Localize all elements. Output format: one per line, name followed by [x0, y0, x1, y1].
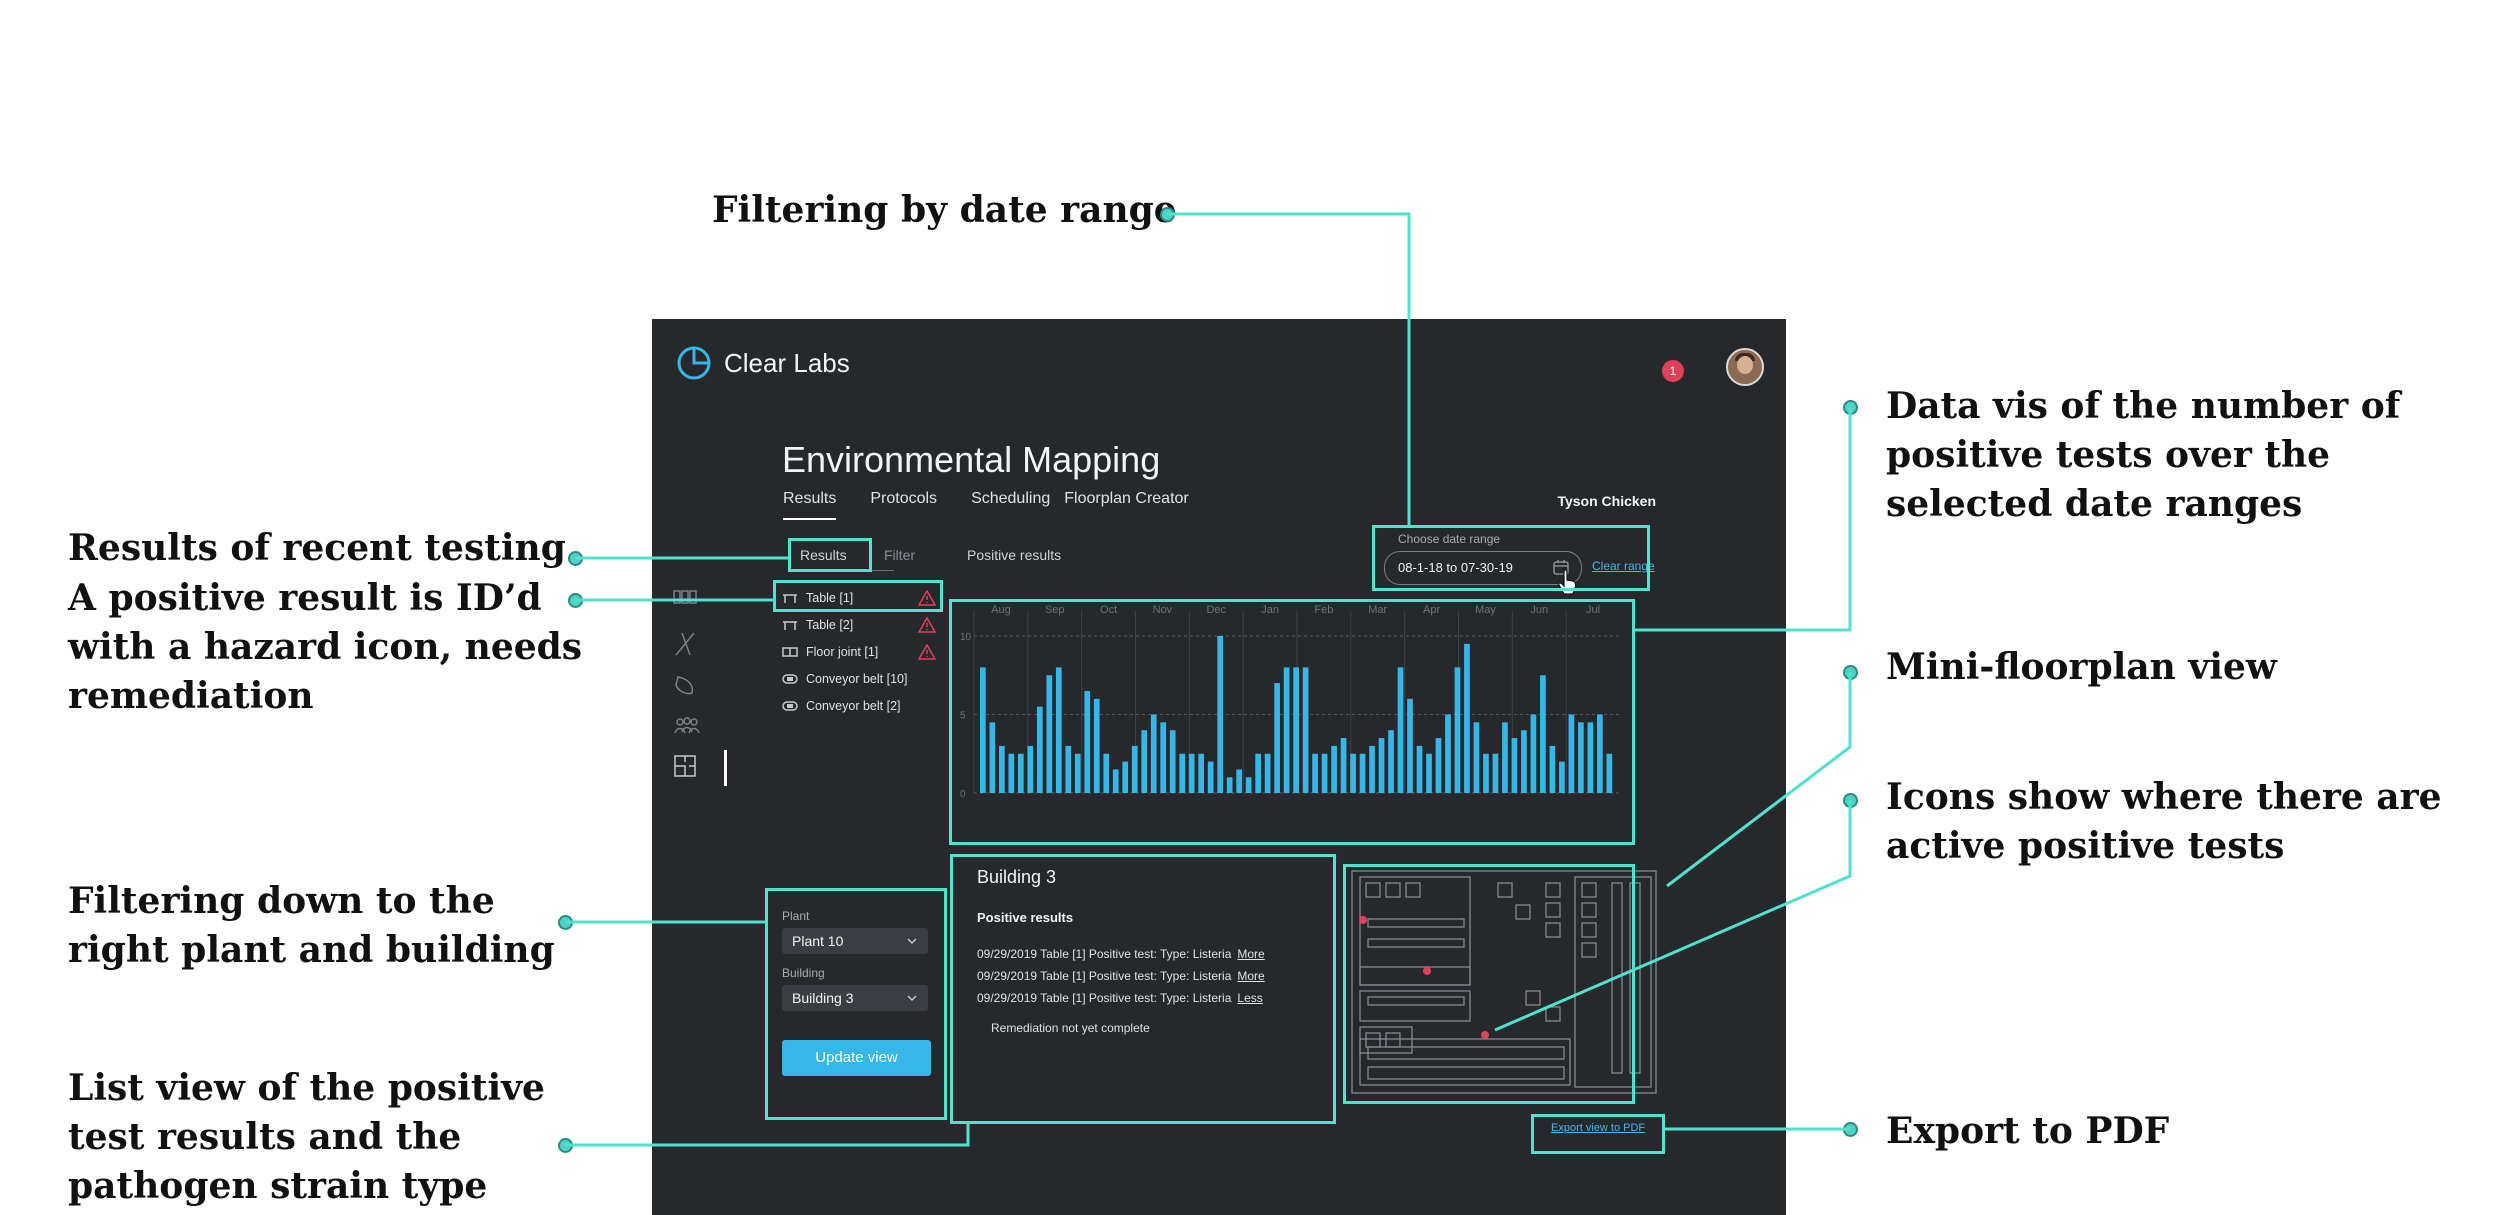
- result-label: Floor joint [1]: [806, 645, 879, 659]
- tab-protocols[interactable]: Protocols: [870, 490, 937, 516]
- callout-list-view: List view of the positive test results a…: [68, 1067, 545, 1207]
- connector-dot: [1843, 793, 1858, 808]
- notification-badge[interactable]: 1: [1662, 360, 1684, 382]
- callout-recent-testing: Results of recent testing: [68, 527, 566, 569]
- tab-scheduling[interactable]: Scheduling: [971, 490, 1050, 516]
- subtab-positive-results[interactable]: Positive results: [967, 547, 1061, 563]
- connector-dot: [558, 915, 573, 930]
- highlight-detail-list: [950, 854, 1336, 1124]
- table-icon: [783, 621, 797, 630]
- callout-export-pdf: Export to PDF: [1886, 1110, 2170, 1152]
- connector-dot: [1843, 1122, 1858, 1137]
- floorplan-nav-icon[interactable]: [672, 753, 698, 779]
- conveyor-icon: [782, 674, 798, 684]
- result-item-floor-joint-1[interactable]: Floor joint [1]: [782, 643, 942, 663]
- highlight-filter-panel: [765, 888, 947, 1120]
- connector-dot: [1160, 207, 1175, 222]
- connector-dot: [1843, 665, 1858, 680]
- tab-results[interactable]: Results: [783, 490, 837, 520]
- swab-nav-icon[interactable]: [672, 629, 698, 659]
- callout-icons-positive: Icons show where there are active positi…: [1886, 776, 2442, 867]
- connector-dot: [558, 1138, 573, 1153]
- organization-name: Tyson Chicken: [1557, 493, 1656, 509]
- callout-data-vis: Data vis of the number of positive tests…: [1886, 385, 2401, 525]
- user-avatar[interactable]: [1726, 348, 1764, 386]
- connector-dot: [568, 551, 583, 566]
- highlight-chart: [949, 599, 1635, 845]
- subtab-filter[interactable]: Filter: [884, 547, 915, 563]
- main-tabs: Results Protocols Scheduling Floorplan C…: [783, 490, 1223, 520]
- chicken-nav-icon[interactable]: [672, 673, 698, 699]
- tab-floorplan-creator[interactable]: Floorplan Creator: [1064, 490, 1189, 516]
- highlight-export: [1531, 1114, 1665, 1154]
- connector-dot: [1843, 400, 1858, 415]
- callout-date-range: Filtering by date range: [712, 189, 1177, 231]
- brand-logo[interactable]: Clear Labs: [676, 345, 850, 381]
- result-item-table-2[interactable]: Table [2]: [782, 616, 942, 636]
- layout-nav-icon[interactable]: [672, 587, 698, 607]
- callout-mini-floorplan: Mini-floorplan view: [1886, 646, 2277, 688]
- connector-dot: [568, 593, 583, 608]
- highlight-date-range: [1372, 525, 1650, 591]
- brand-name: Clear Labs: [724, 347, 850, 378]
- hazard-warning-icon: [918, 617, 936, 633]
- users-nav-icon[interactable]: [672, 715, 702, 737]
- conveyor-icon: [782, 701, 798, 711]
- hazard-warning-icon: [918, 644, 936, 660]
- side-nav-selected-bar: [724, 750, 727, 786]
- result-label: Conveyor belt [10]: [806, 672, 908, 686]
- result-label: Table [2]: [806, 618, 854, 632]
- highlight-table-1: [773, 580, 943, 612]
- highlight-results-subtab: [788, 538, 872, 572]
- callout-filter-plant: Filtering down to the right plant and bu…: [68, 880, 555, 971]
- floor-joint-icon: [782, 647, 798, 657]
- result-item-conveyor-belt-10[interactable]: Conveyor belt [10]: [782, 670, 942, 690]
- callout-positive-result: A positive result is ID’d with a hazard …: [68, 577, 583, 717]
- page-title: Environmental Mapping: [782, 439, 1161, 480]
- highlight-floorplan: [1343, 864, 1635, 1104]
- result-label: Conveyor belt [2]: [806, 699, 901, 713]
- clear-labs-logo-icon: [677, 346, 711, 380]
- app-window: Clear Labs 1 Environmental Mapping Resul…: [652, 319, 1786, 1215]
- result-item-conveyor-belt-2[interactable]: Conveyor belt [2]: [782, 697, 942, 717]
